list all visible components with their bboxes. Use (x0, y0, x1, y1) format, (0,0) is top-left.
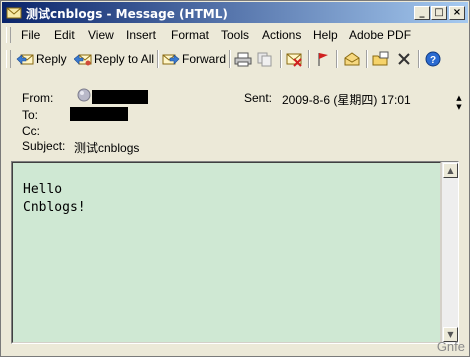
follow-up-flag-button[interactable] (315, 49, 333, 69)
menu-help[interactable]: Help (313, 28, 338, 42)
from-redacted (92, 90, 148, 104)
mark-unread-button[interactable] (343, 49, 363, 69)
menu-edit[interactable]: Edit (54, 28, 75, 42)
sent-value: 2009-8-6 (星期四) 17:01 (282, 93, 411, 107)
open-envelope-icon (344, 52, 360, 66)
close-icon: × (452, 7, 462, 18)
toolbar-grip[interactable] (6, 50, 11, 68)
to-label: To: (22, 108, 39, 122)
delete-button[interactable] (396, 49, 414, 69)
sent-label: Sent: (244, 91, 273, 105)
subject-value: 测试cnblogs (74, 141, 140, 155)
message-window: 测试cnblogs - Message (HTML) _ □ × File Ed… (0, 0, 470, 357)
move-to-folder-button[interactable] (372, 49, 392, 69)
message-line-1: Hello (23, 182, 63, 197)
flag-icon (318, 53, 328, 66)
watermark: Gnfe (436, 339, 465, 354)
forward-label: Forward (182, 52, 227, 66)
delete-message-button[interactable] (285, 49, 305, 69)
printer-icon (234, 52, 252, 67)
standard-toolbar: Reply Reply to All Forward ? ▲ ▼ (2, 46, 468, 111)
menubar-grip[interactable] (6, 27, 11, 43)
envelope-icon (6, 7, 22, 19)
reply-button[interactable]: Reply (16, 49, 67, 69)
subject-label: Subject: (22, 139, 66, 153)
message-header: From: To: Cc: Subject: 测试cnblogs Sent: 2… (2, 75, 468, 157)
message-line-2: Cnblogs! (23, 200, 86, 215)
svg-text:?: ? (430, 55, 436, 66)
envelope-delete-icon (286, 53, 302, 67)
reply-label: Reply (36, 52, 67, 66)
toolbar-separator (418, 50, 420, 68)
from-label: From: (22, 91, 54, 105)
minimize-button[interactable]: _ (414, 6, 430, 20)
reply-all-label: Reply to All (94, 52, 155, 66)
minimize-icon: _ (419, 7, 425, 18)
toolbar-separator (280, 50, 282, 68)
maximize-icon: □ (434, 7, 444, 18)
forward-button[interactable]: Forward (162, 49, 226, 69)
help-button[interactable]: ? (425, 49, 443, 69)
scroll-up-arrow-icon: ▲ (447, 166, 454, 175)
menu-adobe-pdf[interactable]: Adobe PDF (349, 28, 411, 42)
close-button[interactable]: × (449, 6, 465, 20)
reply-all-button[interactable]: Reply to All (74, 49, 154, 69)
to-redacted (70, 107, 128, 121)
scroll-down-arrow-icon: ▼ (447, 330, 454, 339)
menu-tools[interactable]: Tools (221, 28, 249, 42)
toolbar-separator (336, 50, 338, 68)
message-text: Hello Cnblogs! (23, 181, 86, 217)
x-delete-icon (398, 53, 410, 65)
print-button[interactable] (234, 49, 254, 69)
copy-button[interactable] (256, 49, 276, 69)
toolbar-separator (308, 50, 310, 68)
menu-view[interactable]: View (88, 28, 114, 42)
window-title: 测试cnblogs - Message (HTML) (26, 7, 228, 21)
vertical-scrollbar[interactable]: ▲ ▼ (441, 162, 458, 343)
toolbar-separator (157, 50, 159, 68)
message-body-frame: Hello Cnblogs! ▲ ▼ (11, 161, 459, 344)
menu-actions[interactable]: Actions (262, 28, 301, 42)
scroll-up-button[interactable]: ▲ (443, 163, 458, 178)
copy-icon (257, 52, 272, 67)
menu-format[interactable]: Format (171, 28, 209, 42)
presence-icon[interactable] (77, 88, 91, 102)
forward-icon (162, 54, 180, 65)
menu-insert[interactable]: Insert (126, 28, 156, 42)
toolbar-separator (366, 50, 368, 68)
title-bar[interactable]: 测试cnblogs - Message (HTML) _ □ × (2, 2, 468, 23)
help-icon: ? (425, 51, 441, 67)
cc-label: Cc: (22, 124, 40, 138)
move-to-folder-icon (372, 51, 389, 66)
menu-bar: File Edit View Insert Format Tools Actio… (2, 24, 468, 46)
reply-all-icon (74, 54, 92, 66)
maximize-button[interactable]: □ (431, 6, 447, 20)
menu-file[interactable]: File (21, 28, 40, 42)
message-body[interactable]: Hello Cnblogs! (12, 162, 441, 343)
toolbar-separator (229, 50, 231, 68)
reply-icon (16, 54, 34, 65)
